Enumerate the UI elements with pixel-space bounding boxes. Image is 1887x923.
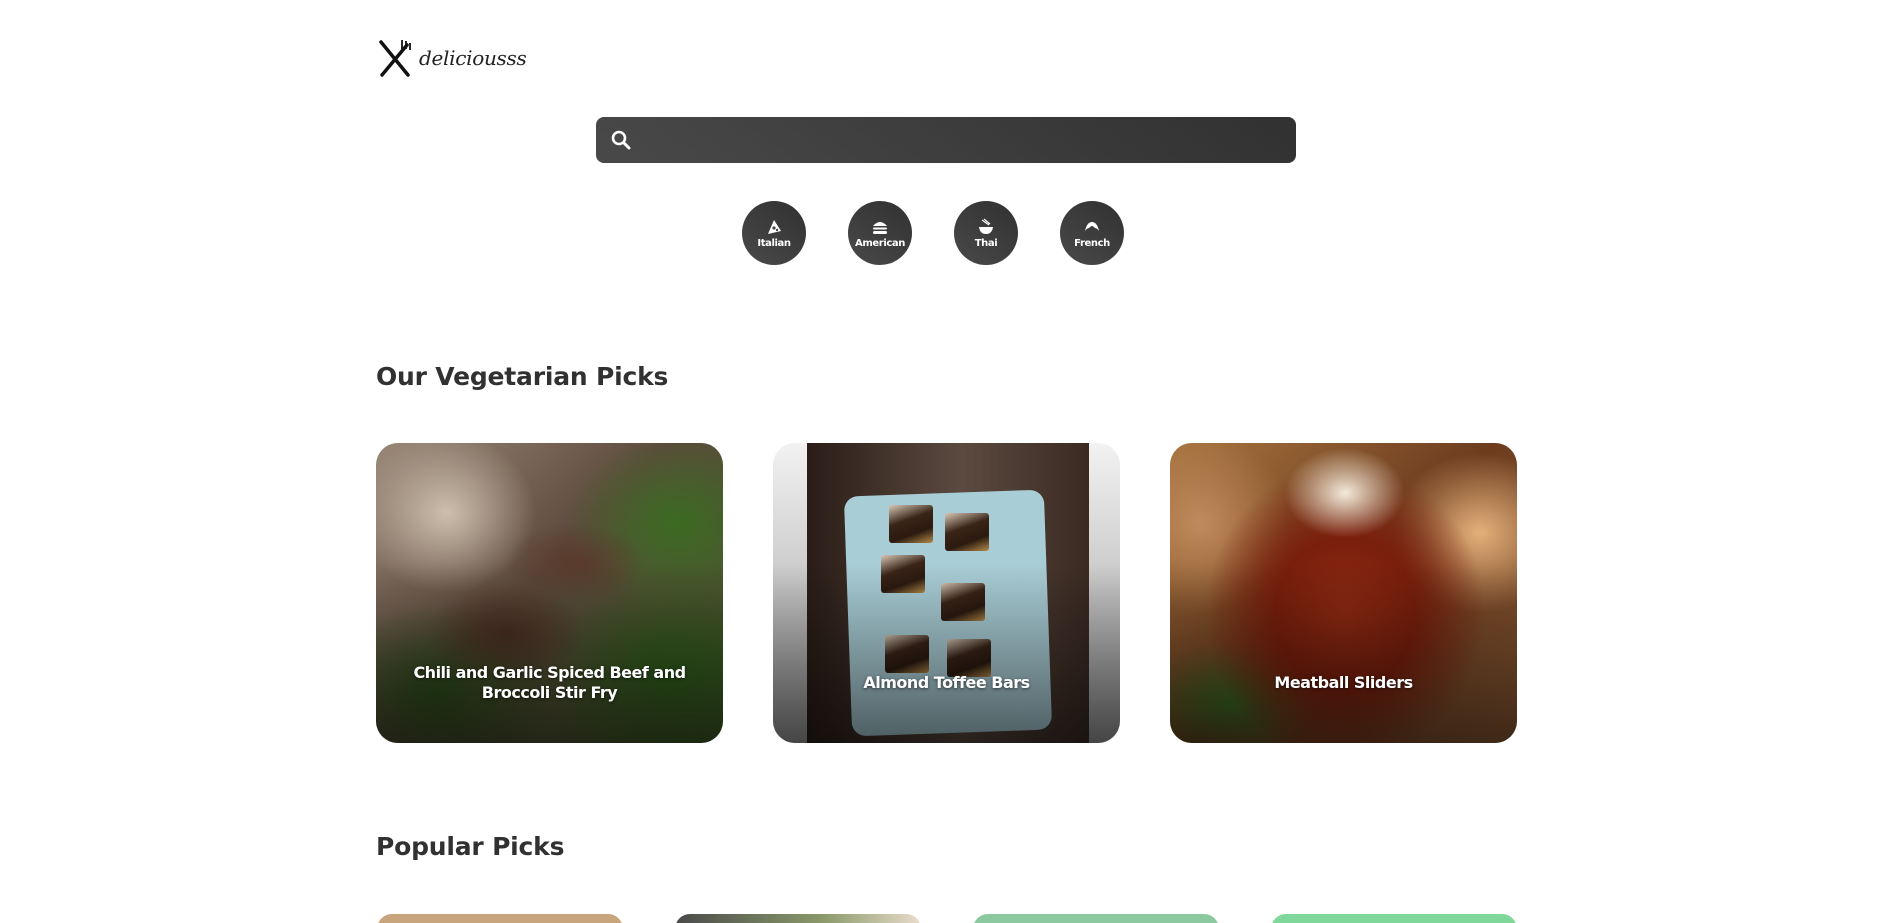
recipe-card[interactable]: Chili and Garlic Spiced Beef and Broccol… (376, 443, 723, 743)
recipe-title: Chili and Garlic Spiced Beef and Broccol… (413, 663, 686, 702)
cuisine-category-nav: Italian American Thai French (742, 201, 1124, 265)
cuisine-label: French (1074, 237, 1110, 249)
popular-recipe-card[interactable] (973, 914, 1219, 923)
cuisine-label: Italian (757, 237, 791, 249)
cuisine-american-link[interactable]: American (848, 201, 912, 265)
noodle-bowl-icon (979, 218, 993, 234)
popular-recipe-card[interactable] (675, 914, 921, 923)
recipe-card[interactable]: Almond Toffee Bars (773, 443, 1120, 743)
popular-recipe-card[interactable] (1271, 914, 1517, 923)
recipe-title: Meatball Sliders (1274, 673, 1413, 692)
search-input[interactable] (632, 117, 1296, 163)
search-icon (611, 130, 631, 150)
cuisine-french-link[interactable]: French (1060, 201, 1124, 265)
logo-text: deliciousss (419, 46, 527, 70)
vegetarian-carousel: Chili and Garlic Spiced Beef and Broccol… (376, 443, 1517, 743)
cuisine-italian-link[interactable]: Italian (742, 201, 806, 265)
popular-recipe-card[interactable] (377, 914, 623, 923)
gradient-overlay (773, 443, 1120, 743)
cuisine-label: Thai (974, 237, 998, 249)
fork-knife-icon (379, 40, 411, 77)
logo-link[interactable]: deliciousss (377, 38, 527, 78)
cuisine-label: American (855, 237, 905, 249)
recipe-card[interactable]: Meatball Sliders (1170, 443, 1517, 743)
recipe-title: Almond Toffee Bars (863, 673, 1030, 692)
croissant-icon (1085, 221, 1099, 231)
gradient-overlay (1170, 443, 1517, 743)
section-title-vegetarian: Our Vegetarian Picks (376, 362, 669, 391)
cuisine-thai-link[interactable]: Thai (954, 201, 1018, 265)
pizza-icon (768, 219, 781, 234)
search-bar (596, 117, 1296, 163)
section-title-popular: Popular Picks (376, 832, 565, 861)
hamburger-icon (873, 221, 887, 234)
